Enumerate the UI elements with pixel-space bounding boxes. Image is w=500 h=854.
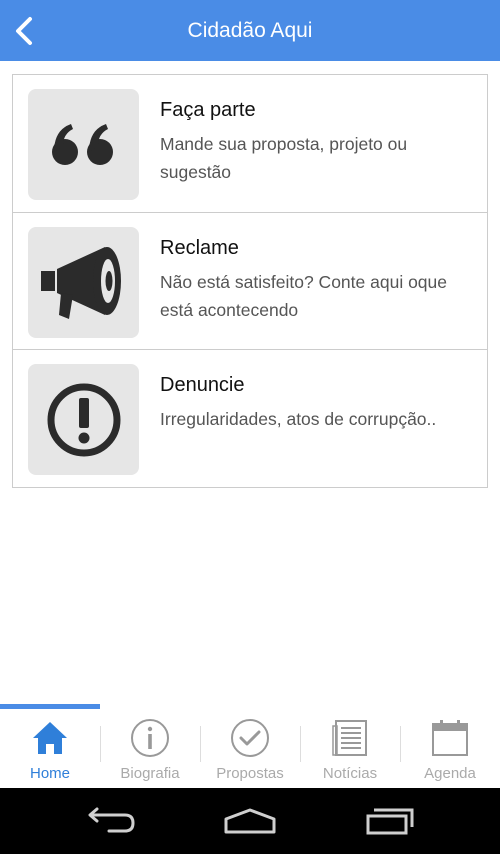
tab-noticias[interactable]: Notícias (300, 709, 400, 788)
exclamation-circle-icon (47, 383, 120, 456)
list-item-faca-parte[interactable]: Faça parte Mande sua proposta, projeto o… (13, 75, 487, 212)
tab-label: Propostas (216, 765, 284, 782)
tab-agenda[interactable]: Agenda (400, 709, 500, 788)
item-description: Não está satisfeito? Conte aqui oque est… (160, 272, 447, 320)
item-thumbnail (28, 89, 139, 200)
megaphone-icon (40, 246, 121, 319)
home-icon (33, 722, 67, 754)
system-back-button[interactable] (76, 801, 146, 841)
item-thumbnail (28, 364, 139, 475)
tab-label: Notícias (322, 765, 378, 782)
tab-home[interactable]: Home (0, 709, 100, 788)
check-circle-icon (231, 719, 269, 757)
bottom-tab-bar: Home Biografia Propostas Notícias Agenda (0, 704, 500, 788)
item-description: Mande sua proposta, projeto ou sugestão (160, 134, 408, 182)
item-title: Faça parte (160, 99, 256, 121)
tab-label: Agenda (424, 765, 476, 782)
tab-biografia[interactable]: Biografia (100, 709, 200, 788)
back-button[interactable] (4, 10, 44, 52)
tab-label: Home (29, 765, 70, 782)
system-nav-bar (0, 788, 500, 854)
recent-apps-icon (366, 808, 414, 835)
list-item-reclame[interactable]: Reclame Não está satisfeito? Conte aqui … (13, 212, 487, 349)
calendar-icon (432, 720, 468, 756)
system-recent-apps-button[interactable] (355, 801, 425, 841)
back-icon (88, 807, 135, 833)
app-header: Cidadão Aqui (0, 0, 500, 61)
item-title: Reclame (160, 237, 239, 259)
home-icon (224, 808, 276, 834)
info-circle-icon (131, 719, 169, 757)
page-title: Cidadão Aqui (187, 19, 313, 42)
item-description: Irregularidades, atos de corrupção.. (160, 409, 437, 429)
item-thumbnail (28, 227, 139, 338)
tab-label: Biografia (120, 765, 180, 782)
quote-icon (51, 123, 113, 165)
action-list: Faça parte Mande sua proposta, projeto o… (12, 74, 488, 488)
system-home-button[interactable] (215, 801, 285, 841)
chevron-left-icon (16, 17, 32, 45)
item-title: Denuncie (160, 374, 245, 396)
list-item-denuncie[interactable]: Denuncie Irregularidades, atos de corrup… (13, 349, 487, 486)
newspaper-icon (332, 720, 367, 756)
tab-propostas[interactable]: Propostas (200, 709, 300, 788)
